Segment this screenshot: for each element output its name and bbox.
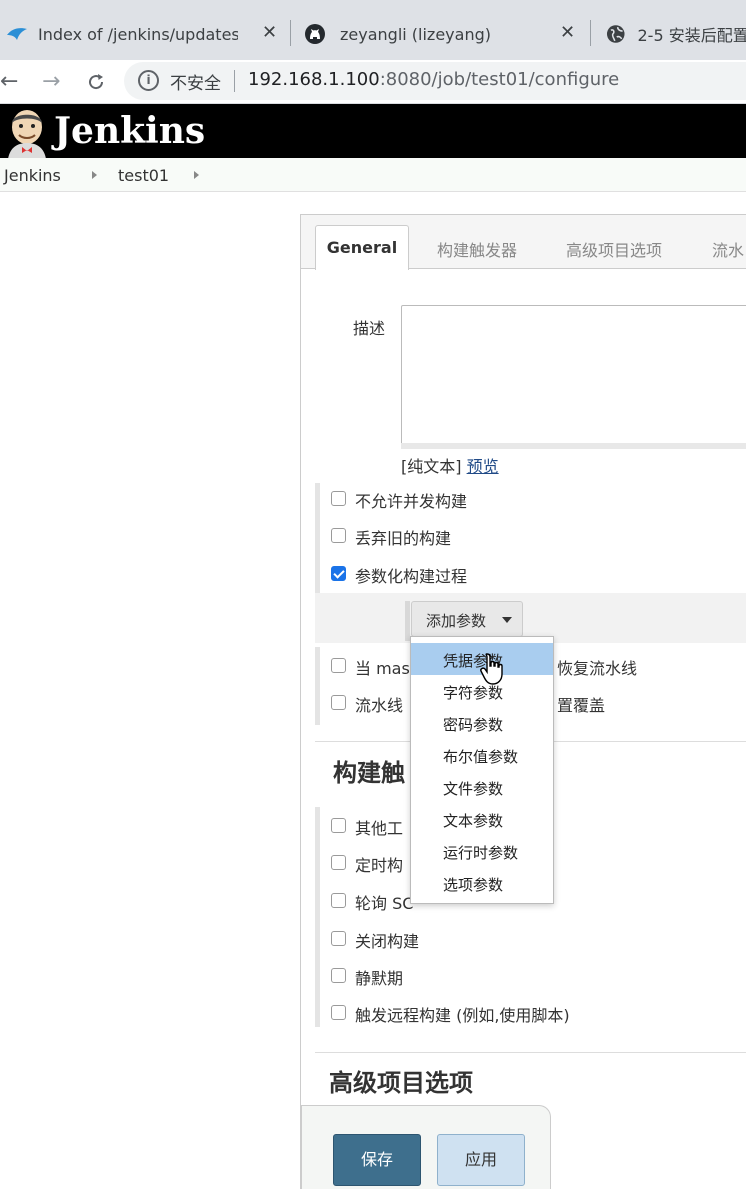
tab-general[interactable]: General xyxy=(315,225,409,270)
reload-icon xyxy=(89,74,104,90)
forward-button[interactable]: → xyxy=(42,68,60,96)
section-title-build-triggers: 构建触 xyxy=(333,759,405,787)
section-indicator xyxy=(315,647,320,725)
omnibox-divider xyxy=(234,70,235,92)
save-bar: 保存 应用 xyxy=(301,1105,551,1189)
jenkins-butler-icon[interactable] xyxy=(4,107,50,159)
menu-item-label: 密码参数 xyxy=(443,716,504,734)
section-divider xyxy=(315,1052,746,1053)
menu-item-boolean-parameter[interactable]: 布尔值参数 xyxy=(411,739,553,771)
menu-item-label: 布尔值参数 xyxy=(443,748,519,766)
breadcrumb: Jenkins test01 xyxy=(0,158,746,192)
breadcrumb-arrow-icon[interactable] xyxy=(92,171,97,179)
menu-item-run-parameter[interactable]: 运行时参数 xyxy=(411,835,553,867)
tab-build-triggers[interactable]: 构建触发器 xyxy=(437,237,517,261)
menu-item-password-parameter[interactable]: 密码参数 xyxy=(411,707,553,739)
url-text[interactable]: 192.168.1.100:8080/job/test01/configure xyxy=(248,69,619,90)
option-label: 不允许并发构建 xyxy=(355,492,468,511)
save-button[interactable]: 保存 xyxy=(333,1134,421,1186)
format-hint: [纯文本] 预览 xyxy=(401,453,499,477)
menu-item-file-parameter[interactable]: 文件参数 xyxy=(411,771,553,803)
browser-tab-title: Index of /jenkins/updates/ | | xyxy=(38,24,238,44)
checkbox-disable-build[interactable] xyxy=(331,931,346,946)
textarea-resize-handle[interactable] xyxy=(401,443,746,449)
checkbox-disable-concurrent[interactable] xyxy=(331,491,346,506)
checkbox-trigger-other-projects[interactable] xyxy=(331,818,346,833)
option-label: 触发远程构建 (例如,使用脚本) xyxy=(355,1006,570,1025)
config-tab-bar: General 构建触发器 高级项目选项 流水 xyxy=(301,215,746,270)
caret-down-icon xyxy=(502,617,512,623)
breadcrumb-item-test01[interactable]: test01 xyxy=(118,166,169,185)
section-indicator xyxy=(405,601,410,641)
globe-icon xyxy=(606,25,625,43)
option-label: 定时构 xyxy=(355,856,404,875)
url-host: 192.168.1.100 xyxy=(248,69,380,90)
menu-item-choice-parameter[interactable]: 选项参数 xyxy=(411,867,553,899)
section-indicator xyxy=(315,807,320,1027)
checkbox-parameterized-build[interactable] xyxy=(331,566,346,581)
checkbox-trigger-remote[interactable] xyxy=(331,1005,346,1020)
preview-link[interactable]: 预览 xyxy=(467,457,499,476)
back-button[interactable]: ← xyxy=(0,68,18,96)
option-label: 关闭构建 xyxy=(355,932,420,951)
info-icon[interactable]: i xyxy=(138,70,159,91)
section-title-advanced: 高级项目选项 xyxy=(329,1069,473,1097)
checkbox-discard-old-builds[interactable] xyxy=(331,528,346,543)
checkbox-trigger-poll-scm[interactable] xyxy=(331,893,346,908)
breadcrumb-item-jenkins[interactable]: Jenkins xyxy=(4,166,61,185)
security-status[interactable]: 不安全 xyxy=(170,69,221,94)
add-parameter-label: 添加参数 xyxy=(426,612,487,630)
option-label: 静默期 xyxy=(355,969,404,988)
reload-button[interactable] xyxy=(86,68,106,100)
bird-icon xyxy=(7,28,27,40)
tab-pipeline[interactable]: 流水 xyxy=(712,237,744,261)
menu-item-label: 文件参数 xyxy=(443,780,504,798)
checkbox-trigger-periodic[interactable] xyxy=(331,855,346,870)
tab-advanced-options[interactable]: 高级项目选项 xyxy=(566,237,662,261)
menu-item-label: 选项参数 xyxy=(443,876,504,894)
hand-cursor-icon xyxy=(480,653,503,685)
apply-button[interactable]: 应用 xyxy=(437,1134,525,1186)
add-parameter-button[interactable]: 添加参数 xyxy=(411,601,523,637)
omnibox[interactable]: i 不安全 192.168.1.100:8080/job/test01/conf… xyxy=(124,62,746,100)
option-label: 参数化构建过程 xyxy=(355,567,468,586)
tab-separator xyxy=(590,20,591,46)
option-label: 当 mas xyxy=(355,659,410,678)
url-path: :8080/job/test01/configure xyxy=(379,69,620,90)
format-hint-text: [纯文本] xyxy=(401,457,462,476)
checkbox-quiet-period[interactable] xyxy=(331,968,346,983)
option-label: 流水线 xyxy=(355,696,404,715)
browser-tab-github[interactable]: zeyangli (lizeyang) ✕ xyxy=(304,8,586,60)
option-label: 恢复流水线 xyxy=(557,659,638,678)
description-label: 描述 xyxy=(353,319,386,338)
breadcrumb-arrow-icon[interactable] xyxy=(194,171,199,179)
option-label: 置覆盖 xyxy=(557,696,606,715)
description-textarea[interactable] xyxy=(401,305,746,445)
menu-item-label: 文本参数 xyxy=(443,812,504,830)
browser-tab-config-guide[interactable]: 2-5 安装后配置 xyxy=(606,8,746,60)
browser-tab-strip: Index of /jenkins/updates/ | | ✕ zeyangl… xyxy=(0,0,746,60)
checkbox-pipeline-override[interactable] xyxy=(331,695,346,710)
menu-item-text-parameter[interactable]: 文本参数 xyxy=(411,803,553,835)
close-icon[interactable]: ✕ xyxy=(560,22,575,43)
github-icon xyxy=(305,24,325,44)
close-icon[interactable]: ✕ xyxy=(262,22,277,43)
jenkins-brand-title[interactable]: Jenkins xyxy=(54,110,205,152)
browser-tab-title: zeyangli (lizeyang) xyxy=(340,24,491,44)
browser-tab-jenkins-updates[interactable]: Index of /jenkins/updates/ | | ✕ xyxy=(6,8,286,60)
option-label: 其他工 xyxy=(355,819,404,838)
option-label: 轮询 SC xyxy=(355,894,414,913)
browser-tab-title: 2-5 安装后配置 xyxy=(637,26,746,45)
menu-item-label: 运行时参数 xyxy=(443,844,519,862)
address-bar: ← → i 不安全 192.168.1.100:8080/job/test01/… xyxy=(0,60,746,104)
tab-separator xyxy=(290,20,291,46)
jenkins-header: Jenkins xyxy=(0,104,746,159)
option-label: 丢弃旧的构建 xyxy=(355,529,452,548)
checkbox-resume-pipeline[interactable] xyxy=(331,658,346,673)
